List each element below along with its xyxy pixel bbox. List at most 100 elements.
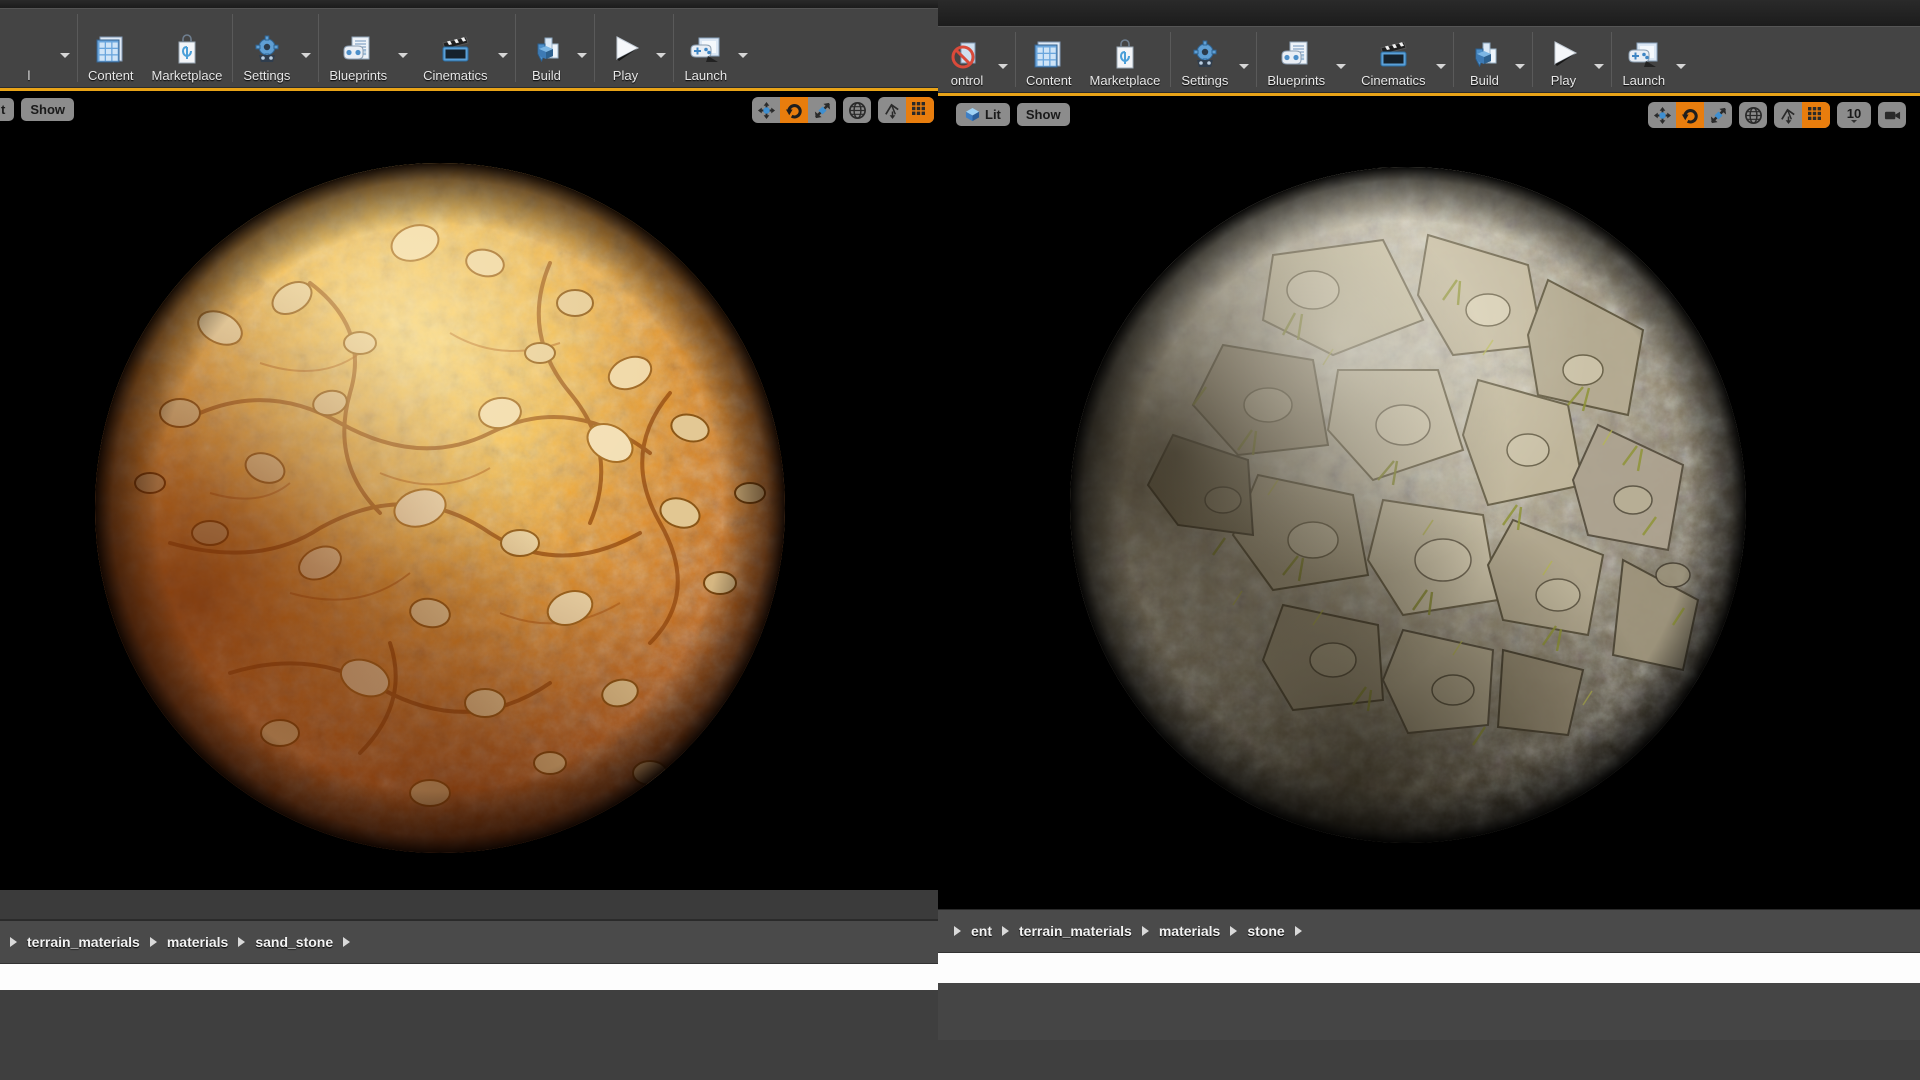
right-content-browser-white-area [938,953,1920,983]
right-camera-speed-button[interactable] [1878,102,1906,128]
toolbar-item-marketplace[interactable]: Marketplace [1081,27,1170,92]
toolbar-dropdown-caret-settings[interactable] [1237,27,1255,92]
toolbar-item-launch[interactable]: Launch [1613,27,1674,92]
right-grid-snap-button[interactable] [1802,102,1830,128]
toolbar-item-build[interactable]: Build [1455,27,1513,92]
breadcrumb-item[interactable]: terrain_materials [1013,923,1138,939]
breadcrumb-arrow-icon[interactable] [149,937,157,947]
right-material-editor-window: ontrol Content Marketplace Settings Blue… [938,0,1920,1040]
left-content-breadcrumb-bar: terrain_materials materials sand_stone [0,920,938,964]
breadcrumb-arrow-icon[interactable] [1002,926,1009,936]
toolbar-separator [318,14,320,82]
toolbar-dropdown-caret-launch[interactable] [736,9,754,87]
left-surface-snap-button[interactable] [878,97,906,123]
breadcrumb-arrow-icon[interactable] [238,937,246,947]
toolbar-separator [1015,32,1016,87]
toolbar-item-settings[interactable]: Settings [1172,27,1237,92]
toolbar-item-blueprints[interactable]: Blueprints [320,9,396,87]
screen-root: ontrol Content Marketplace Settings Blue… [0,0,1920,1080]
toolbar-dropdown-caret-build[interactable] [575,9,593,87]
breadcrumb-arrow-icon [954,926,961,936]
toolbar-dropdown-caret-build[interactable] [1513,27,1531,92]
toolbar-dropdown-caret[interactable] [996,27,1014,92]
toolbar-item-truncated[interactable]: ontrol [938,27,996,92]
chevron-down-icon [1336,64,1347,69]
right-world-space-button[interactable] [1739,102,1767,128]
move-arrows-icon [1653,106,1671,124]
toolbar-dropdown-caret-blueprints[interactable] [396,9,414,87]
toolbar-item-marketplace[interactable]: Marketplace [143,9,232,87]
lit-cube-icon [965,107,980,122]
left-window-toolbar: l Content Marketplace Settings Blueprint… [0,8,938,88]
toolbar-item-truncated[interactable]: l [0,9,58,87]
toolbar-dropdown-caret-play[interactable] [654,9,672,87]
breadcrumb-arrow-icon[interactable] [343,937,351,947]
toolbar-item-content[interactable]: Content [79,9,143,87]
rotate-arrow-icon [1681,108,1698,123]
toolbar-dropdown-caret-launch[interactable] [1674,27,1692,92]
left-translate-gizmo-button[interactable] [752,97,780,123]
right-translate-gizmo-button[interactable] [1648,102,1676,128]
right-scale-gizmo-button[interactable] [1704,102,1732,128]
toolbar-dropdown-caret[interactable] [58,9,76,87]
toolbar-dropdown-caret-play[interactable] [1592,27,1610,92]
toolbar-item-label: Build [1469,73,1499,88]
breadcrumb-arrow-icon[interactable] [1230,926,1238,936]
left-toolbar-divider [0,890,938,920]
breadcrumb-item[interactable]: terrain_materials [21,934,146,950]
toolbar-dropdown-caret-settings[interactable] [299,9,317,87]
right-transform-gizmo-group [1648,102,1732,128]
toolbar-item-play[interactable]: Play [1534,27,1592,92]
toolbar-item-cinematics[interactable]: Cinematics [414,9,496,87]
breadcrumb-arrow-icon [10,937,17,947]
left-viewport[interactable]: t Show [0,88,938,890]
toolbar-item-play[interactable]: Play [596,9,654,87]
right-viewport[interactable]: Lit Show 10 [938,93,1920,909]
left-view-mode-lit-button[interactable]: t [0,98,15,121]
right-view-mode-lit-button[interactable]: Lit [956,103,1010,126]
toolbar-dropdown-caret-blueprints[interactable] [1334,27,1352,92]
toolbar-item-settings[interactable]: Settings [234,9,299,87]
toolbar-dropdown-caret-cinematics[interactable] [496,9,514,87]
breadcrumb-item[interactable]: stone [1241,923,1290,939]
toolbar-separator [1611,32,1613,87]
left-scale-gizmo-button[interactable] [808,97,836,123]
globe-icon [848,101,866,119]
right-rotate-gizmo-button[interactable] [1676,102,1704,128]
right-grid-snap-value[interactable]: 10 [1837,102,1871,128]
right-surface-snap-button[interactable] [1774,102,1802,128]
left-world-space-button[interactable] [843,97,871,123]
toolbar-item-label: Cinematics [423,68,488,83]
toolbar-dropdown-caret-cinematics[interactable] [1434,27,1452,92]
left-show-flags-button[interactable]: Show [21,98,75,121]
toolbar-item-label: Settings [1181,73,1229,88]
toolbar-item-launch[interactable]: Launch [675,9,736,87]
scale-arrow-icon [814,102,830,118]
right-show-flags-button[interactable]: Show [1016,103,1070,126]
toolbar-item-blueprints[interactable]: Blueprints [1258,27,1334,92]
breadcrumb-arrow-icon[interactable] [1294,926,1302,936]
toolbar-item-label: Blueprints [329,68,388,83]
toolbar-item-label: Cinematics [1361,73,1426,88]
breadcrumb-item[interactable]: ent [965,923,998,939]
truncated-icon [9,32,49,68]
left-material-editor-window: l Content Marketplace Settings Blueprint… [0,0,938,990]
left-lit-label: t [1,102,6,117]
right-content-breadcrumb-bar: ent terrain_materials materials stone [938,909,1920,953]
toolbar-item-content[interactable]: Content [1017,27,1081,92]
toolbar-item-cinematics[interactable]: Cinematics [1352,27,1434,92]
breadcrumb-arrow-icon[interactable] [1141,926,1149,936]
breadcrumb-item[interactable]: materials [1153,923,1226,939]
left-grid-snap-button[interactable] [906,97,934,123]
left-rotate-gizmo-button[interactable] [780,97,808,123]
left-snap-group [878,97,934,123]
left-viewport-left-controls: t Show [0,98,75,121]
breadcrumb-item[interactable]: materials [161,934,234,950]
breadcrumb-item[interactable]: sand_stone [249,934,339,950]
toolbar-item-label: Marketplace [151,68,223,83]
toolbar-separator [515,14,517,82]
blueprints-icon [1281,41,1308,65]
chevron-down-icon [498,52,509,58]
right-coord-space-group [1739,102,1767,128]
toolbar-item-build[interactable]: Build [517,9,575,87]
